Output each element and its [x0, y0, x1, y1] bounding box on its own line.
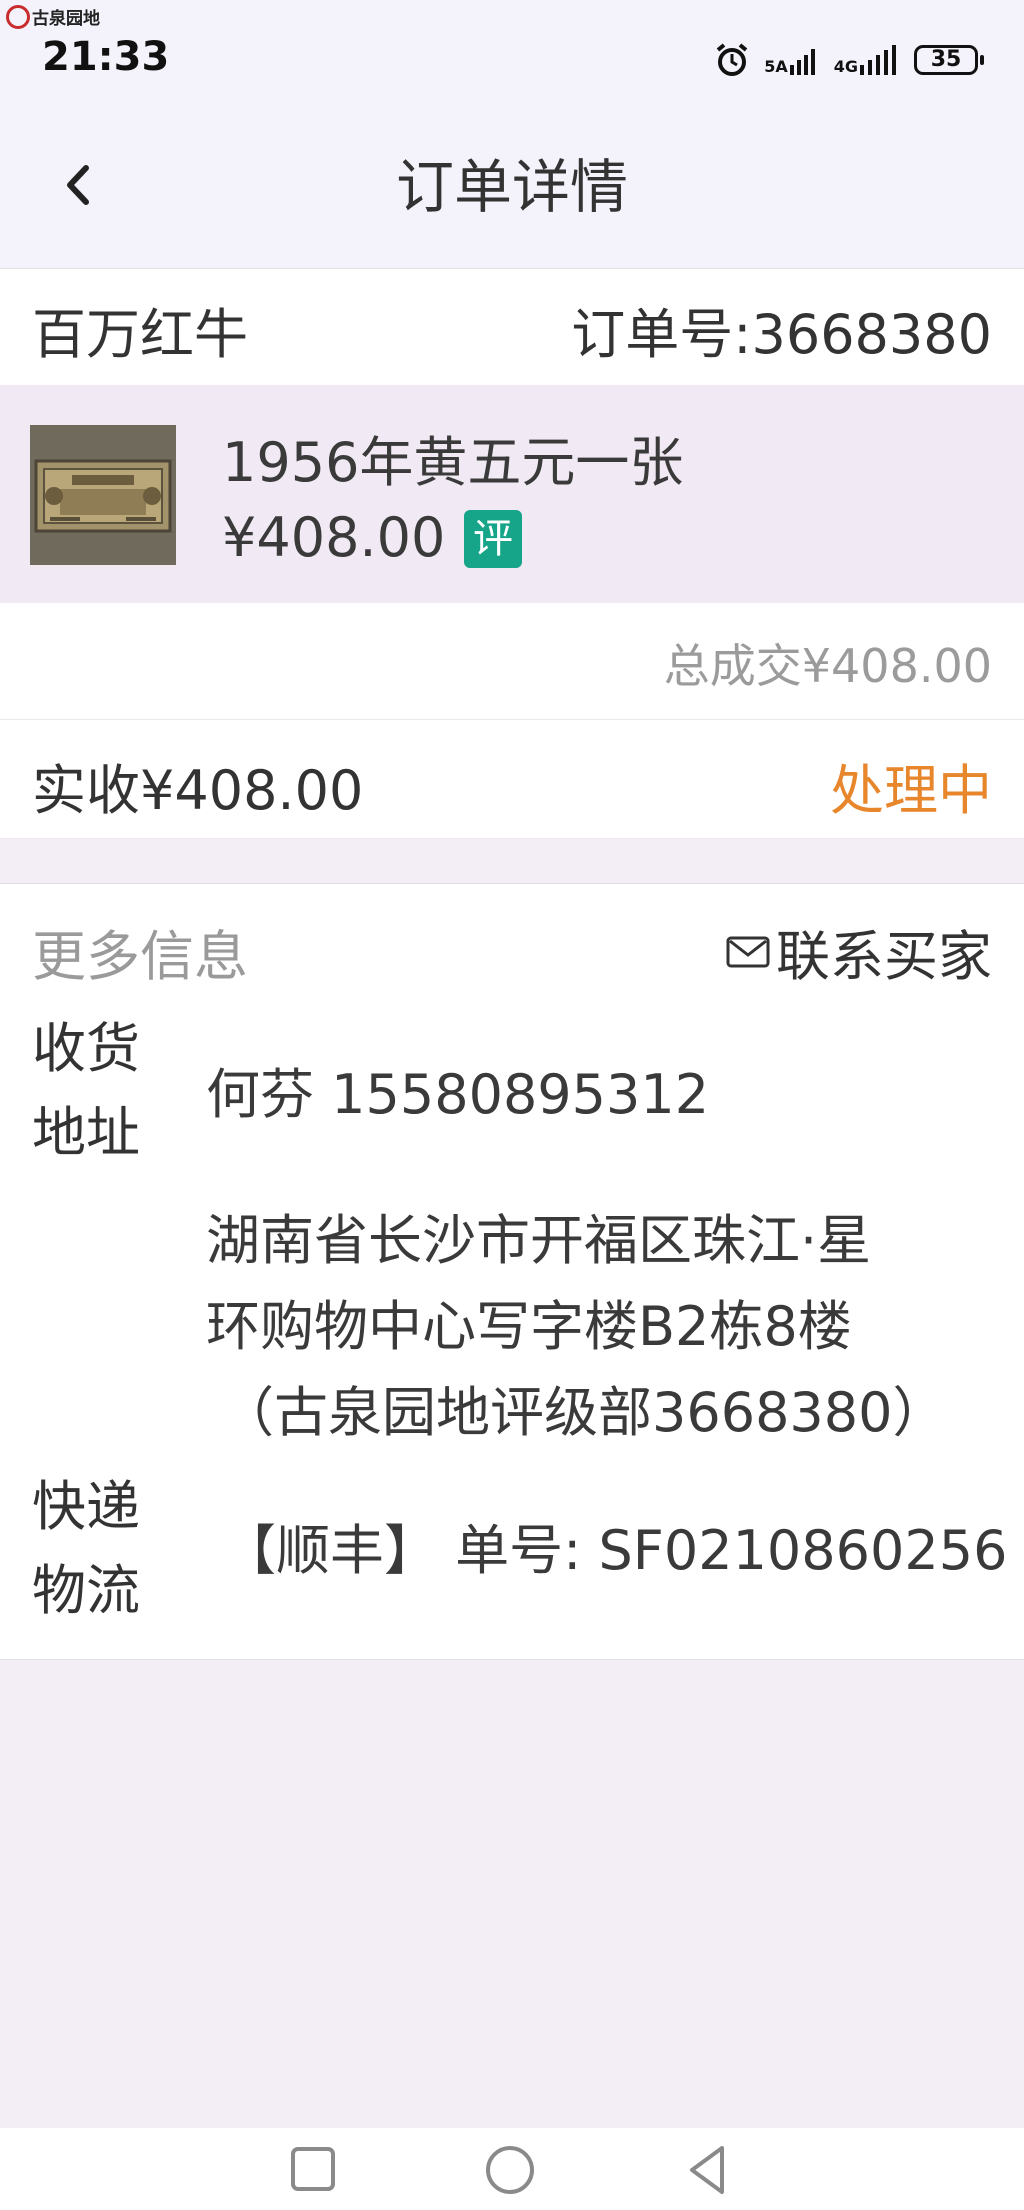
signal-5a-icon: 5A [764, 45, 820, 75]
clock: 21:33 [42, 34, 170, 80]
item-name: 1956年黄五元一张 [222, 431, 684, 494]
mail-icon [726, 936, 770, 967]
app-badge: 古泉园地 [6, 4, 100, 29]
received-amount: 实收¥408.00 [32, 759, 364, 822]
network-label-1: 5A [764, 57, 788, 76]
shipping-label: 快递 物流 [32, 1465, 152, 1633]
home-icon[interactable] [484, 2144, 536, 2196]
system-nav-bar [0, 2128, 1024, 2210]
address-label: 收货 地址 [32, 1007, 152, 1175]
app-logo-icon [6, 4, 30, 29]
battery-indicator: 35 [914, 45, 984, 75]
signal-4g-icon: 4G [834, 45, 900, 75]
shop-name: 百万红牛 [32, 303, 248, 366]
address-label-line1: 收货 [32, 1017, 140, 1080]
recipient-info: 何芬 15580895312 [206, 1063, 710, 1126]
address-line-1: 湖南省长沙市开福区珠江·星 [206, 1209, 872, 1272]
network-label-2: 4G [833, 57, 858, 76]
address-label-line2: 地址 [32, 1101, 140, 1164]
item-thumbnail[interactable] [30, 425, 176, 565]
order-number: 订单号:3668380 [571, 303, 992, 366]
page-title: 订单详情 [395, 153, 628, 221]
order-status: 处理中 [830, 759, 992, 822]
address-line-2: 环购物中心写字楼B2栋8楼 [206, 1295, 852, 1358]
shipping-label-line2: 物流 [32, 1559, 140, 1622]
app-name: 古泉园地 [32, 9, 100, 29]
contact-buyer-label: 联系买家 [776, 925, 992, 988]
shipping-info[interactable]: 【顺丰】 单号: SF0210860256 [222, 1506, 1007, 1585]
grading-badge: 评 [464, 510, 522, 568]
back-nav-icon[interactable] [684, 2144, 730, 2196]
status-icons: 5A 4G 35 [714, 38, 984, 82]
more-info-title: 更多信息 [32, 925, 248, 988]
total-amount: 总成交¥408.00 [663, 639, 992, 693]
contact-buyer-button[interactable]: 联系买家 [726, 912, 992, 991]
item-price: ¥408.00 [222, 506, 446, 569]
shipping-label-line1: 快递 [32, 1475, 140, 1538]
address-line-3: （古泉园地评级部3668380） [220, 1381, 947, 1444]
recent-apps-icon[interactable] [290, 2146, 336, 2192]
alarm-icon [716, 43, 748, 76]
banknote-image [30, 425, 176, 565]
